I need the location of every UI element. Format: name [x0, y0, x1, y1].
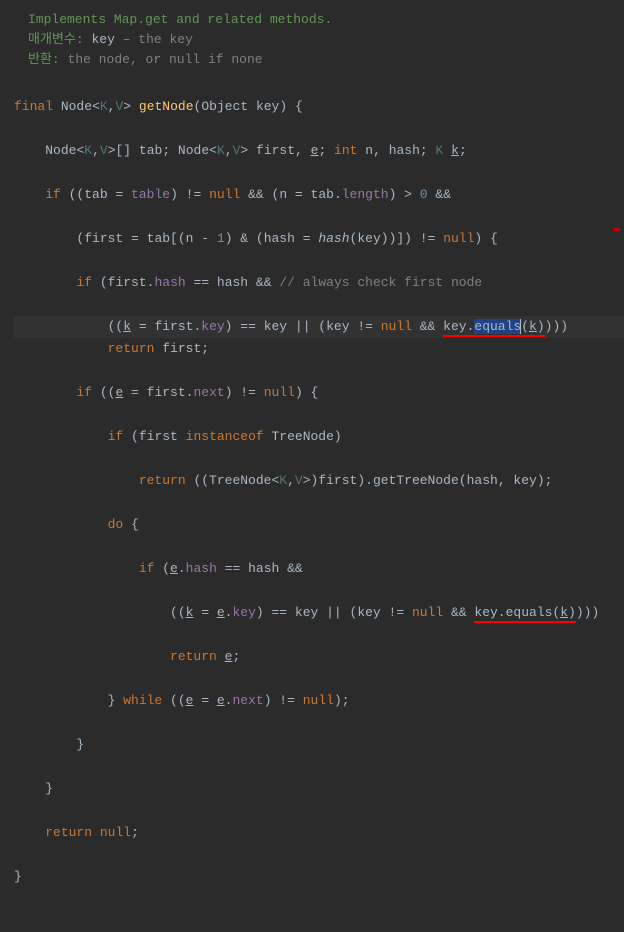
doc-param-name: key — [91, 32, 114, 47]
error-stripe-marker[interactable] — [614, 228, 620, 231]
doc-return-desc: the node, or null if none — [68, 52, 263, 67]
code-line: Node<K,V>[] tab; Node<K,V> first, e; int… — [14, 140, 624, 162]
code-line: if (first instanceof TreeNode) — [14, 426, 624, 448]
code-line: } — [14, 778, 624, 800]
code-line: ((k = e.key) == key || (key != null && k… — [14, 602, 624, 624]
code-line: return null; — [14, 822, 624, 844]
code-line: if ((e = first.next) != null) { — [14, 382, 624, 404]
code-line: if (e.hash == hash && — [14, 558, 624, 580]
code-line: } — [14, 866, 624, 888]
code-line: return e; — [14, 646, 624, 668]
code-line: (first = tab[(n - 1) & (hash = hash(key)… — [14, 228, 624, 250]
code-line: do { — [14, 514, 624, 536]
javadoc-block: Implements Map.get and related methods. … — [14, 10, 624, 70]
doc-summary: Implements Map.get and related methods. — [28, 12, 332, 27]
doc-param-label: 매개변수: — [28, 32, 84, 47]
doc-return-label: 반환: — [28, 52, 60, 67]
doc-param-desc: – the key — [123, 32, 193, 47]
code-line: return ((TreeNode<K,V>)first).getTreeNod… — [14, 470, 624, 492]
code-editor[interactable]: final Node<K,V> getNode(Object key) { No… — [14, 74, 624, 932]
code-line: return first; — [14, 338, 624, 360]
code-line: if (first.hash == hash && // always chec… — [14, 272, 624, 294]
code-line: } while ((e = e.next) != null); — [14, 690, 624, 712]
code-line-highlighted: ((k = first.key) == key || (key != null … — [14, 316, 624, 338]
code-line: final Node<K,V> getNode(Object key) { — [14, 96, 624, 118]
code-line: if ((tab = table) != null && (n = tab.le… — [14, 184, 624, 206]
code-line: } — [14, 734, 624, 756]
